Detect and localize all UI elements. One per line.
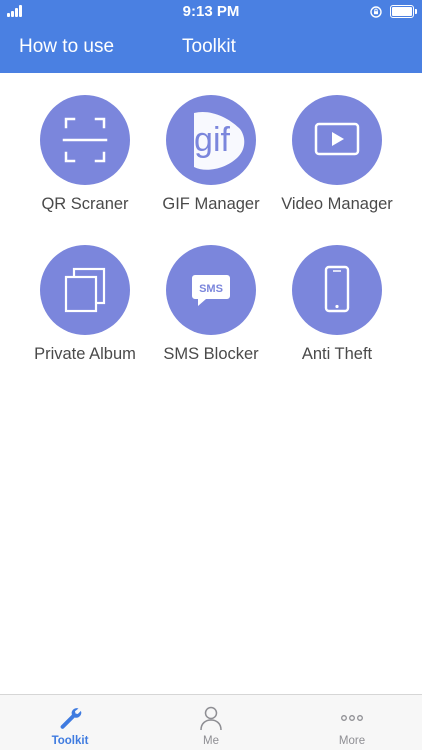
sms-icon-text: SMS [199,283,223,295]
gif-icon-text: gif [194,121,230,159]
tool-qr-scanner[interactable]: QR Scraner [20,95,150,214]
battery-icon [390,5,417,18]
rotation-lock-icon [370,6,382,18]
tool-video-manager[interactable]: Video Manager [272,95,402,214]
status-bar: 9:13 PM [0,0,422,24]
tab-label: More [338,735,366,747]
qr-scanner-icon [40,95,130,185]
header-bar: 9:13 PM How to use Toolkit [0,0,422,73]
tool-private-album[interactable]: Private Album [20,245,150,364]
tab-label: Me [203,735,219,747]
tool-gif-manager[interactable]: gif GIF Manager [146,95,276,214]
video-player-icon [292,95,382,185]
page-title: Toolkit [182,36,236,57]
more-dots-icon [341,715,363,721]
tab-me[interactable]: Me [141,695,281,750]
tool-label: GIF Manager [162,195,260,213]
tab-toolkit[interactable]: Toolkit [0,695,140,750]
tool-sms-blocker[interactable]: SMS SMS Blocker [146,245,276,364]
tab-more[interactable]: More [282,695,422,750]
sms-bubble-icon: SMS [166,245,256,335]
gif-icon: gif [166,95,256,185]
status-time: 9:13 PM [182,3,240,20]
tool-label: Anti Theft [301,345,373,363]
how-to-use-link[interactable]: How to use [19,36,114,58]
tool-label: Video Manager [281,195,393,213]
wrench-icon [60,708,82,729]
tab-label: Toolkit [51,735,89,747]
tab-bar: Toolkit Me More [0,694,422,750]
tool-label: QR Scraner [41,195,129,213]
tool-anti-theft[interactable]: Anti Theft [272,245,402,364]
album-stack-icon [40,245,130,335]
person-icon [200,706,222,731]
smartphone-icon [292,245,382,335]
tool-label: SMS Blocker [163,345,259,363]
tool-label: Private Album [34,345,136,363]
